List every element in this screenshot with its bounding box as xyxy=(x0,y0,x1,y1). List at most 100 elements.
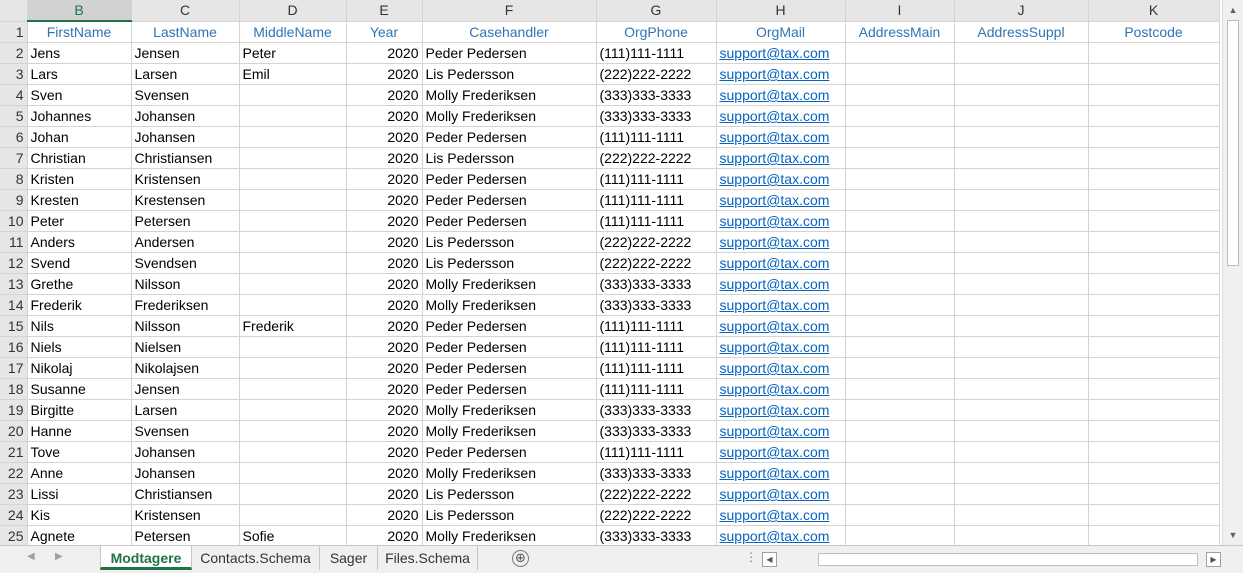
cell-handler[interactable]: Molly Frederiksen xyxy=(422,84,597,106)
cell-last[interactable]: Jensen xyxy=(131,42,240,64)
cell-last[interactable]: Jensen xyxy=(131,378,240,400)
empty-cell[interactable] xyxy=(1088,357,1220,379)
cell-last[interactable]: Kristensen xyxy=(131,504,240,526)
empty-cell[interactable] xyxy=(1088,399,1220,421)
vertical-scroll-thumb[interactable] xyxy=(1227,20,1239,266)
cell-phone[interactable]: (333)333-3333 xyxy=(596,273,717,295)
empty-cell[interactable] xyxy=(1088,231,1220,253)
cell-year[interactable]: 2020 xyxy=(346,147,423,169)
empty-cell[interactable] xyxy=(954,42,1089,64)
cell-handler[interactable]: Lis Pedersson xyxy=(422,252,597,274)
empty-cell[interactable] xyxy=(954,210,1089,232)
cell-mail[interactable]: support@tax.com xyxy=(716,273,846,295)
row-header[interactable]: 14 xyxy=(0,294,28,316)
column-header-g[interactable]: G xyxy=(596,0,717,22)
row-header[interactable]: 19 xyxy=(0,399,28,421)
tab-contacts-schema[interactable]: Contacts.Schema xyxy=(192,546,320,570)
scroll-down-arrow-icon[interactable]: ▼ xyxy=(1226,528,1240,542)
cell-last[interactable]: Christiansen xyxy=(131,147,240,169)
cell-middle[interactable] xyxy=(239,294,347,316)
row-header[interactable]: 17 xyxy=(0,357,28,379)
empty-cell[interactable] xyxy=(845,504,955,526)
row-header[interactable]: 6 xyxy=(0,126,28,148)
cell-first[interactable]: Christian xyxy=(27,147,132,169)
empty-cell[interactable] xyxy=(845,273,955,295)
cell-middle[interactable]: Sofie xyxy=(239,525,347,545)
cell-phone[interactable]: (222)222-2222 xyxy=(596,147,717,169)
cell-year[interactable]: 2020 xyxy=(346,483,423,505)
cell-first[interactable]: Frederik xyxy=(27,294,132,316)
cell-year[interactable]: 2020 xyxy=(346,504,423,526)
empty-cell[interactable] xyxy=(954,399,1089,421)
resize-handle-icon[interactable]: ⋮ xyxy=(745,550,757,564)
empty-cell[interactable] xyxy=(845,105,955,127)
cell-phone[interactable]: (111)111-1111 xyxy=(596,189,717,211)
cell-first[interactable]: Svend xyxy=(27,252,132,274)
cell-year[interactable]: 2020 xyxy=(346,420,423,442)
cell-first[interactable]: Niels xyxy=(27,336,132,358)
cell-middle[interactable] xyxy=(239,231,347,253)
cell-year[interactable]: 2020 xyxy=(346,336,423,358)
cell-year[interactable]: 2020 xyxy=(346,63,423,85)
empty-cell[interactable] xyxy=(845,525,955,545)
cell-middle[interactable] xyxy=(239,147,347,169)
cell-phone[interactable]: (111)111-1111 xyxy=(596,126,717,148)
header-cell[interactable]: MiddleName xyxy=(239,21,347,43)
select-all-corner[interactable] xyxy=(0,0,28,22)
empty-cell[interactable] xyxy=(845,147,955,169)
horizontal-scroll-thumb[interactable] xyxy=(818,553,1198,566)
row-header[interactable]: 9 xyxy=(0,189,28,211)
cell-first[interactable]: Kis xyxy=(27,504,132,526)
cell-handler[interactable]: Peder Pedersen xyxy=(422,210,597,232)
row-header[interactable]: 12 xyxy=(0,252,28,274)
cell-year[interactable]: 2020 xyxy=(346,294,423,316)
cell-last[interactable]: Larsen xyxy=(131,399,240,421)
empty-cell[interactable] xyxy=(1088,84,1220,106)
empty-cell[interactable] xyxy=(845,168,955,190)
empty-cell[interactable] xyxy=(845,420,955,442)
cell-last[interactable]: Nilsson xyxy=(131,273,240,295)
cell-handler[interactable]: Lis Pedersson xyxy=(422,147,597,169)
cell-year[interactable]: 2020 xyxy=(346,378,423,400)
cell-first[interactable]: Susanne xyxy=(27,378,132,400)
empty-cell[interactable] xyxy=(1088,42,1220,64)
cell-mail[interactable]: support@tax.com xyxy=(716,126,846,148)
cell-phone[interactable]: (333)333-3333 xyxy=(596,294,717,316)
cell-last[interactable]: Svendsen xyxy=(131,252,240,274)
cell-first[interactable]: Johannes xyxy=(27,105,132,127)
empty-cell[interactable] xyxy=(954,252,1089,274)
cell-handler[interactable]: Molly Frederiksen xyxy=(422,399,597,421)
cell-first[interactable]: Nils xyxy=(27,315,132,337)
cell-middle[interactable] xyxy=(239,504,347,526)
empty-cell[interactable] xyxy=(845,399,955,421)
cell-year[interactable]: 2020 xyxy=(346,231,423,253)
cell-last[interactable]: Krestensen xyxy=(131,189,240,211)
cell-mail[interactable]: support@tax.com xyxy=(716,63,846,85)
cell-phone[interactable]: (111)111-1111 xyxy=(596,378,717,400)
column-header-k[interactable]: K xyxy=(1088,0,1220,22)
empty-cell[interactable] xyxy=(845,42,955,64)
cell-first[interactable]: Agnete xyxy=(27,525,132,545)
cell-mail[interactable]: support@tax.com xyxy=(716,357,846,379)
empty-cell[interactable] xyxy=(954,231,1089,253)
cell-last[interactable]: Johansen xyxy=(131,462,240,484)
header-cell[interactable]: OrgPhone xyxy=(596,21,717,43)
row-header[interactable]: 20 xyxy=(0,420,28,442)
cell-last[interactable]: Svensen xyxy=(131,84,240,106)
cell-first[interactable]: Anne xyxy=(27,462,132,484)
cell-last[interactable]: Petersen xyxy=(131,210,240,232)
cell-handler[interactable]: Lis Pedersson xyxy=(422,231,597,253)
empty-cell[interactable] xyxy=(954,147,1089,169)
empty-cell[interactable] xyxy=(1088,210,1220,232)
empty-cell[interactable] xyxy=(954,84,1089,106)
cell-last[interactable]: Kristensen xyxy=(131,168,240,190)
empty-cell[interactable] xyxy=(954,273,1089,295)
cell-last[interactable]: Andersen xyxy=(131,231,240,253)
cell-phone[interactable]: (111)111-1111 xyxy=(596,210,717,232)
cell-last[interactable]: Nielsen xyxy=(131,336,240,358)
row-header[interactable]: 21 xyxy=(0,441,28,463)
empty-cell[interactable] xyxy=(845,315,955,337)
cell-phone[interactable]: (222)222-2222 xyxy=(596,63,717,85)
cell-year[interactable]: 2020 xyxy=(346,399,423,421)
cell-handler[interactable]: Peder Pedersen xyxy=(422,126,597,148)
